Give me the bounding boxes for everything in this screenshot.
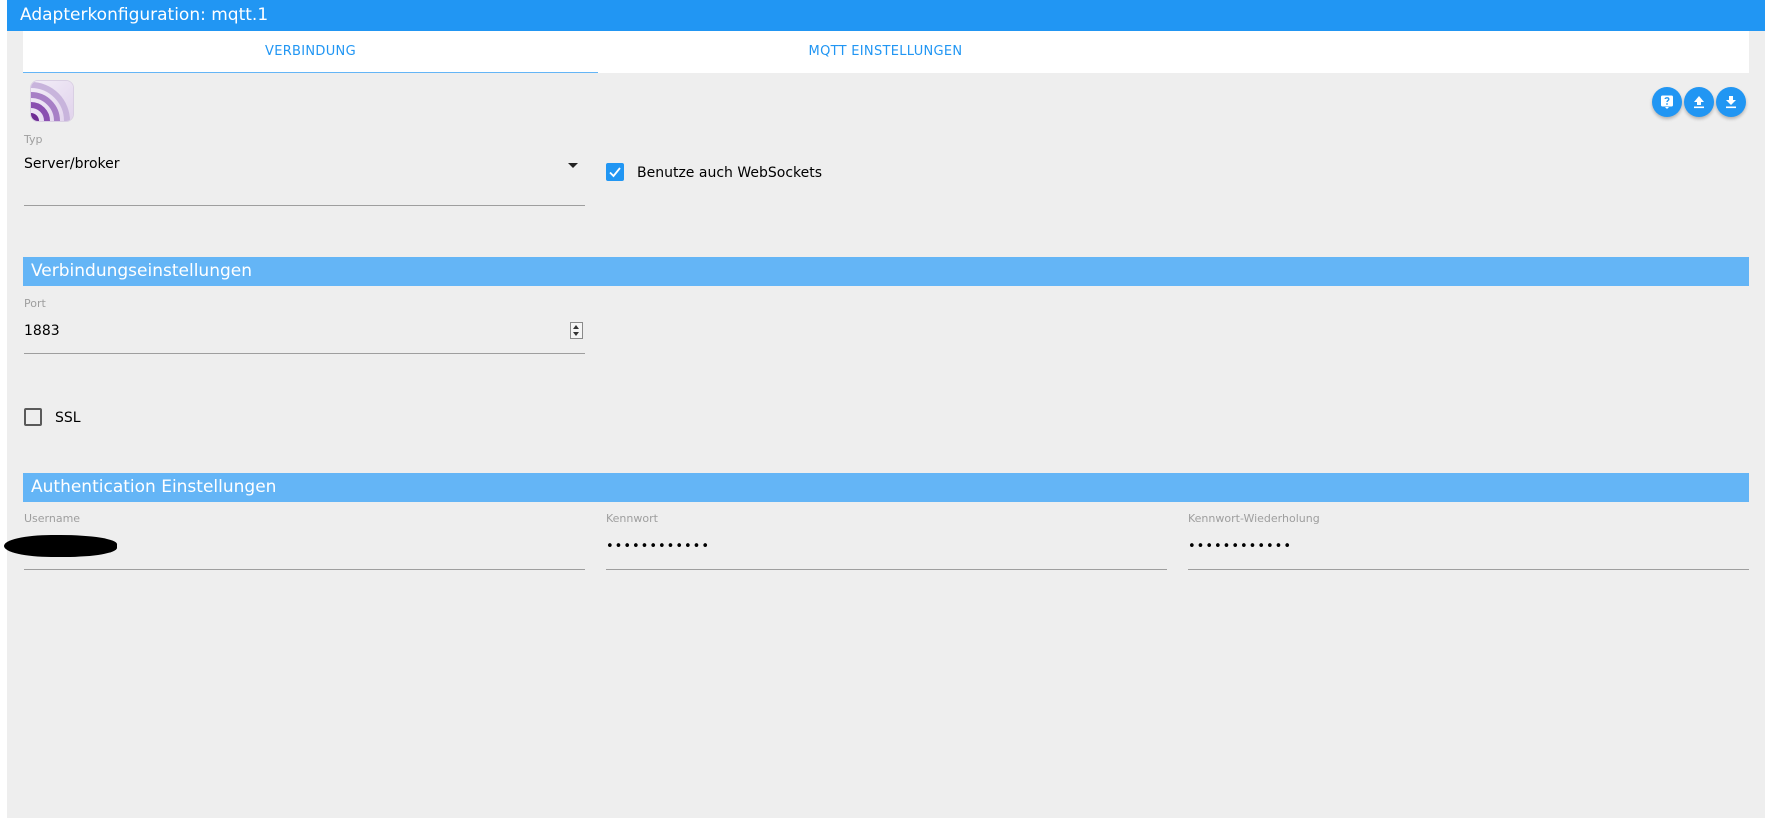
config-content: VERBINDUNG MQTT EINSTELLUNGEN Typ Server… (7, 31, 1765, 818)
help-button[interactable] (1652, 87, 1682, 117)
download-button[interactable] (1716, 87, 1746, 117)
websockets-label: Benutze auch WebSockets (637, 165, 823, 181)
password-input[interactable]: •••••••••••• (606, 539, 710, 554)
password-underline (606, 569, 1167, 570)
section-authentication: Authentication Einstellungen (23, 473, 1749, 502)
port-stepper[interactable] (570, 322, 583, 339)
username-underline (24, 569, 585, 570)
port-underline (24, 353, 585, 354)
left-edge (0, 0, 7, 818)
section-verbindungseinstellungen: Verbindungseinstellungen (23, 257, 1749, 286)
help-icon (1661, 95, 1673, 109)
password-repeat-label: Kennwort-Wiederholung (1188, 512, 1320, 525)
password-repeat-underline (1188, 569, 1749, 570)
upload-button[interactable] (1684, 87, 1714, 117)
mqtt-logo (31, 81, 73, 121)
typ-select[interactable]: Server/broker (24, 156, 120, 172)
active-tab-indicator (23, 72, 598, 73)
tab-mqtt-einstellungen[interactable]: MQTT EINSTELLUNGEN (598, 31, 1173, 73)
username-redaction[interactable] (4, 535, 117, 557)
port-input[interactable]: 1883 (24, 323, 60, 339)
ssl-checkbox[interactable] (24, 408, 42, 426)
typ-underline (24, 205, 585, 206)
password-label: Kennwort (606, 512, 658, 525)
upload-icon (1694, 96, 1704, 109)
password-repeat-input[interactable]: •••••••••••• (1188, 539, 1292, 554)
ssl-label: SSL (55, 410, 81, 426)
port-label: Port (24, 297, 46, 310)
checkmark-icon (609, 167, 621, 178)
adapter-config-page: Adapterkonfiguration: mqtt.1 VERBINDUNG … (0, 0, 1765, 818)
window-title: Adapterkonfiguration: mqtt.1 (7, 0, 1765, 31)
download-icon (1726, 96, 1736, 109)
websockets-checkbox[interactable] (606, 163, 624, 181)
typ-label: Typ (24, 133, 43, 146)
tab-verbindung[interactable]: VERBINDUNG (23, 31, 598, 73)
chevron-down-icon[interactable] (568, 163, 578, 168)
username-label: Username (24, 512, 81, 525)
tab-bar: VERBINDUNG MQTT EINSTELLUNGEN (23, 31, 1749, 73)
